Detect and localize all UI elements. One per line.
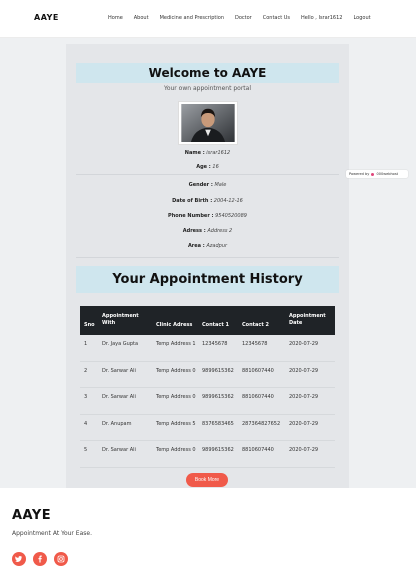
td-sno: 5 — [84, 447, 88, 453]
td-date: 2020-07-29 — [289, 341, 319, 347]
nav-about[interactable]: About — [134, 15, 149, 21]
table-row: 5 Dr. Sarwar Ali Temp Address 0 9899615362 8… — [80, 441, 335, 468]
td-contact-2: 287364827652 — [242, 420, 281, 427]
td-contact-2: 12345678 — [242, 341, 268, 347]
td-contact-1: 9899615362 — [202, 447, 234, 453]
footer: AAYE Appointment At Your Ease. — [0, 488, 416, 573]
webhost-logo-icon — [371, 172, 375, 176]
td-contact-1: 9899615362 — [202, 367, 234, 374]
td-contact-1: 8376583465 — [202, 420, 234, 427]
nav-user-greeting[interactable]: Hello , Israr1612 — [301, 15, 342, 21]
info-area: Area : Azadpur — [187, 243, 228, 249]
td-contact-1: 9899615362 — [202, 394, 234, 400]
td-clinic-address: Temp Address 0 — [156, 367, 196, 374]
td-contact-1: 12345678 — [202, 341, 228, 347]
divider — [76, 174, 339, 175]
nav-contact[interactable]: Contact Us — [263, 15, 290, 21]
nav-logout[interactable]: Logout — [353, 15, 370, 21]
footer-tagline: Appointment At Your Ease. — [12, 530, 92, 537]
td-sno: 2 — [84, 367, 88, 374]
instagram-icon[interactable] — [54, 552, 68, 566]
navbar: AAYE Home About Medicine and Prescriptio… — [0, 0, 416, 38]
welcome-subtitle: Your own appointment portal — [163, 85, 252, 92]
info-name: Name : israr1612 — [184, 150, 231, 156]
appointment-table: Sno Appointment With Clinic Adress Conta… — [80, 306, 335, 468]
th-clinic-address: Clinic Adress — [156, 322, 193, 328]
td-doctor: Dr. Jaya Gupta — [102, 341, 139, 347]
td-date: 2020-07-29 — [289, 420, 319, 427]
info-phone: Phone Number : 9540520089 — [168, 213, 247, 219]
history-banner: Your Appointment History — [76, 266, 339, 293]
facebook-icon[interactable] — [33, 552, 47, 566]
nav-home[interactable]: Home — [108, 15, 123, 21]
powered-by-badge[interactable]: Powered by 000webhost — [346, 170, 408, 178]
powered-by-brand: 000webhost — [376, 172, 399, 176]
th-appointment-with: Appointment With — [102, 313, 139, 326]
footer-brand: AAYE — [12, 508, 52, 523]
table-header: Sno Appointment With Clinic Adress Conta… — [80, 306, 335, 335]
td-sno: 1 — [84, 341, 88, 347]
nav-links: Home About Medicine and Prescription Doc… — [108, 15, 371, 21]
th-contact-1: Contact 1 — [202, 322, 230, 328]
twitter-icon[interactable] — [12, 552, 26, 566]
divider — [76, 257, 339, 258]
td-clinic-address: Temp Address 5 — [156, 420, 196, 427]
th-sno: Sno — [84, 322, 95, 328]
td-sno: 4 — [84, 420, 88, 427]
td-contact-2: 8810607440 — [242, 367, 274, 374]
welcome-title: Welcome to AAYE — [148, 66, 267, 80]
nav-medicine[interactable]: Medicine and Prescription — [160, 15, 224, 21]
td-date: 2020-07-29 — [289, 394, 319, 400]
td-clinic-address: Temp Address 0 — [156, 447, 196, 453]
info-age: Age : 16 — [196, 164, 219, 170]
td-clinic-address: Temp Address 1 — [156, 341, 196, 347]
nav-doctor[interactable]: Doctor — [235, 15, 252, 21]
table-row: 2 Dr. Sarwar Ali Temp Address 0 9899615362 8… — [80, 362, 335, 388]
welcome-banner: Welcome to AAYE — [76, 63, 339, 83]
td-date: 2020-07-29 — [289, 367, 319, 374]
th-appointment-date: Appointment Date — [289, 313, 326, 326]
table-row: 3 Dr. Sarwar Ali Temp Address 0 9899615362 8… — [80, 388, 335, 415]
table-row: 4 Dr. Anupam Temp Address 5 8376583465 28736… — [80, 415, 335, 441]
info-gender: Gender : Male — [188, 182, 227, 188]
info-dob: Date of Birth : 2004-12-16 — [172, 198, 243, 204]
profile-photo — [181, 104, 235, 142]
td-contact-2: 8810607440 — [242, 394, 274, 400]
td-clinic-address: Temp Address 0 — [156, 394, 196, 400]
brand-logo[interactable]: AAYE — [34, 13, 59, 22]
table-body: 1 Dr. Jaya Gupta Temp Address 1 12345678 123… — [80, 335, 335, 468]
td-doctor: Dr. Sarwar Ali — [102, 367, 136, 374]
table-row: 1 Dr. Jaya Gupta Temp Address 1 12345678 123… — [80, 335, 335, 362]
history-title: Your Appointment History — [112, 272, 303, 287]
avatar — [178, 101, 238, 145]
th-contact-2: Contact 2 — [242, 322, 270, 328]
td-doctor: Dr. Sarwar Ali — [102, 447, 136, 453]
td-contact-2: 8810607440 — [242, 447, 274, 453]
td-doctor: Dr. Anupam — [102, 420, 132, 427]
td-sno: 3 — [84, 394, 88, 400]
td-doctor: Dr. Sarwar Ali — [102, 394, 136, 400]
info-address: Adress : Address 2 — [182, 228, 233, 234]
powered-by-label: Powered by — [349, 172, 370, 176]
td-date: 2020-07-29 — [289, 447, 319, 453]
book-more-button[interactable]: Book More — [186, 473, 228, 487]
